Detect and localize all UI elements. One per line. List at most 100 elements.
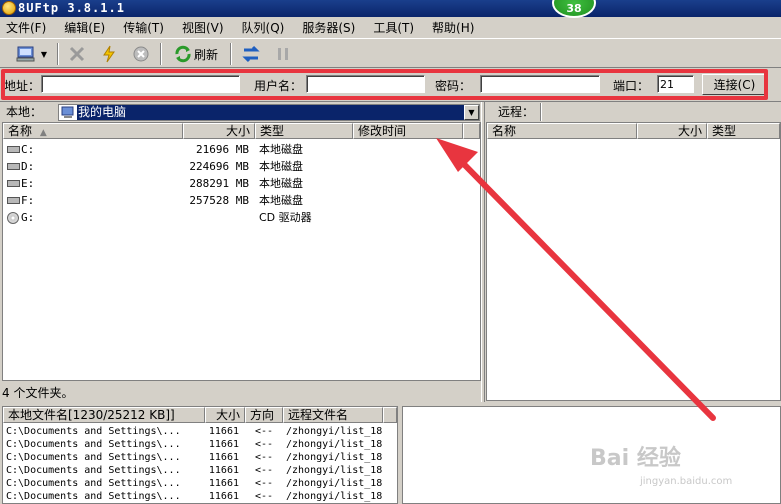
drive-size: 21696 MB — [196, 143, 249, 156]
queue-direction: <-- — [255, 478, 274, 489]
queue-direction: <-- — [255, 426, 274, 437]
local-col-name[interactable]: 名称 ▲ — [3, 123, 183, 139]
queue-row[interactable]: C:\Documents and Settings\... 11661 <-- … — [3, 477, 397, 490]
queue-direction: <-- — [255, 491, 274, 502]
refresh-label: 刷新 — [193, 47, 218, 62]
username-input[interactable] — [306, 75, 425, 93]
local-status: 4 个文件夹。 — [2, 386, 74, 400]
hard-drive-icon — [7, 146, 20, 153]
address-input[interactable] — [41, 75, 240, 93]
hard-drive-icon — [7, 163, 20, 170]
queue-size: 11661 — [208, 491, 239, 502]
queue-remote-path: /zhongyi/list_18 — [286, 478, 383, 489]
queue-size: 11661 — [208, 452, 239, 463]
local-row-d[interactable]: D: 224696 MB 本地磁盘 — [3, 158, 480, 175]
app-logo-icon — [2, 1, 16, 15]
watermark-text: Bai 经验 — [590, 446, 681, 471]
queue-direction: <-- — [255, 439, 274, 450]
queue-row[interactable]: C:\Documents and Settings\... 11661 <-- … — [3, 451, 397, 464]
port-input[interactable] — [657, 75, 694, 93]
drive-name: G: — [21, 211, 35, 224]
stop-icon — [133, 46, 149, 62]
drive-name: E: — [21, 177, 35, 190]
quick-connect-button[interactable] — [96, 43, 122, 65]
chevron-down-icon[interactable]: ▼ — [464, 105, 479, 120]
refresh-icon — [175, 45, 191, 63]
local-row-e[interactable]: E: 288291 MB 本地磁盘 — [3, 175, 480, 192]
menu-edit[interactable]: 编辑(E) — [64, 19, 105, 36]
remote-col-size[interactable]: 大小 — [637, 123, 707, 139]
local-row-g[interactable]: G: CD 驱动器 — [3, 209, 480, 226]
local-col-size[interactable]: 大小 — [183, 123, 255, 139]
local-label: 本地： — [6, 105, 43, 119]
queue-row[interactable]: C:\Documents and Settings\... 11661 <-- … — [3, 425, 397, 438]
menu-server[interactable]: 服务器(S) — [302, 19, 355, 36]
transfer-queue-button[interactable] — [238, 43, 264, 65]
password-input[interactable] — [480, 75, 600, 93]
queue-size: 11661 — [208, 439, 239, 450]
drive-name: F: — [21, 194, 35, 207]
queue-col-size[interactable]: 大小 — [205, 407, 245, 423]
queue-remote-path: /zhongyi/list_18 — [286, 426, 383, 437]
queue-row[interactable]: C:\Documents and Settings\... 11661 <-- … — [3, 438, 397, 451]
menu-view[interactable]: 视图(V) — [182, 19, 224, 36]
connect-button[interactable]: 连接(C) — [702, 74, 767, 95]
local-path-combo[interactable]: 我的电脑 ▼ — [58, 104, 480, 121]
local-col-filler — [463, 123, 480, 139]
menu-help[interactable]: 帮助(H) — [432, 19, 474, 36]
local-file-list[interactable]: 名称 ▲ 大小 类型 修改时间 C: 21696 MB 本地磁盘 D: 2246… — [2, 122, 481, 381]
queue-col-remote[interactable]: 远程文件名 — [283, 407, 383, 423]
cd-drive-icon — [7, 212, 19, 224]
menu-queue[interactable]: 队列(Q) — [242, 19, 285, 36]
queue-local-path: C:\Documents and Settings\... — [6, 439, 181, 450]
queue-row[interactable]: C:\Documents and Settings\... 11661 <-- … — [3, 464, 397, 477]
queue-direction: <-- — [255, 465, 274, 476]
sort-ascending-icon: ▲ — [39, 128, 47, 138]
queue-local-path: C:\Documents and Settings\... — [6, 452, 181, 463]
pause-button[interactable] — [270, 43, 296, 65]
transfer-icon — [242, 45, 260, 63]
hard-drive-icon — [7, 180, 20, 187]
drive-size: 257528 MB — [189, 194, 249, 207]
disconnect-button[interactable] — [64, 43, 90, 65]
remote-col-name[interactable]: 名称 — [487, 123, 637, 139]
transfer-queue-list[interactable]: 本地文件名[1230/25212 KB]] 大小 方向 远程文件名 C:\Doc… — [2, 406, 398, 504]
remote-col-type[interactable]: 类型 — [707, 123, 780, 139]
site-manager-button[interactable]: ▼ — [10, 43, 52, 65]
local-row-f[interactable]: F: 257528 MB 本地磁盘 — [3, 192, 480, 209]
drive-name: D: — [21, 160, 35, 173]
menu-tools[interactable]: 工具(T) — [373, 19, 414, 36]
menu-transfer[interactable]: 传输(T) — [123, 19, 164, 36]
queue-remote-path: /zhongyi/list_18 — [286, 465, 383, 476]
lightning-icon — [103, 45, 115, 63]
drive-type: 本地磁盘 — [259, 194, 303, 207]
queue-size: 11661 — [208, 478, 239, 489]
queue-col-filler — [383, 407, 397, 423]
local-row-c[interactable]: C: 21696 MB 本地磁盘 — [3, 141, 480, 158]
menu-file[interactable]: 文件(F) — [6, 19, 46, 36]
queue-remote-path: /zhongyi/list_18 — [286, 491, 383, 502]
refresh-button[interactable]: 刷新 — [168, 43, 224, 65]
queue-local-path: C:\Documents and Settings\... — [6, 426, 181, 437]
stop-button[interactable] — [128, 43, 154, 65]
watermark-url: jingyan.baidu.com — [640, 476, 733, 487]
dropdown-arrow-icon: ▼ — [40, 49, 48, 59]
drive-size: 288291 MB — [189, 177, 249, 190]
remote-label: 远程： — [498, 105, 535, 119]
hard-drive-icon — [7, 197, 20, 204]
remote-file-list[interactable]: 名称 大小 类型 — [486, 122, 781, 401]
toolbar: ▼ 刷新 — [0, 38, 781, 68]
drive-name: C: — [21, 143, 35, 156]
queue-col-local[interactable]: 本地文件名[1230/25212 KB]] — [3, 407, 205, 423]
queue-remote-path: /zhongyi/list_18 — [286, 452, 383, 463]
queue-col-direction[interactable]: 方向 — [245, 407, 283, 423]
panel-splitter[interactable] — [481, 102, 485, 402]
queue-row[interactable]: C:\Documents and Settings\... 11661 <-- … — [3, 490, 397, 503]
drive-type: 本地磁盘 — [259, 177, 303, 190]
local-col-type[interactable]: 类型 — [255, 123, 353, 139]
local-path-value: 我的电脑 — [77, 105, 464, 120]
address-label: 地址： — [4, 79, 41, 93]
my-computer-icon — [61, 106, 74, 118]
toolbar-separator — [160, 43, 162, 65]
local-col-modified[interactable]: 修改时间 — [353, 123, 463, 139]
